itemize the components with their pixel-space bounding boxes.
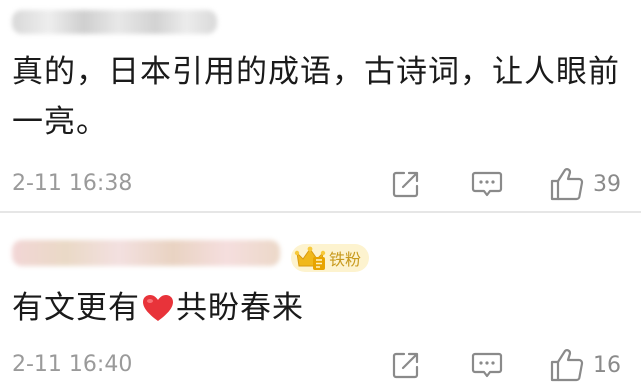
comment-timestamp: 2-11 16:38 xyxy=(12,171,133,196)
reply-button[interactable] xyxy=(470,345,504,385)
comment-icon xyxy=(471,171,503,197)
comment-item: 真的，日本引用的成语，古诗词，让人眼前一亮。 2-11 16:38 39 xyxy=(0,0,641,212)
comment-icon xyxy=(471,352,503,378)
comment-text: 有文更有 共盼春来 xyxy=(12,283,632,333)
reply-button[interactable] xyxy=(470,164,504,204)
comment-meta-row: 2-11 16:38 39 xyxy=(0,164,641,204)
comment-meta-row: 2-11 16:40 16 xyxy=(0,345,641,385)
like-count: 39 xyxy=(593,171,621,197)
share-button[interactable] xyxy=(390,164,422,204)
thumbs-up-icon xyxy=(550,168,584,201)
share-icon xyxy=(392,171,419,198)
share-icon xyxy=(392,352,419,379)
share-button[interactable] xyxy=(390,345,422,385)
comment-text: 真的，日本引用的成语，古诗词，让人眼前一亮。 xyxy=(12,54,620,140)
like-button[interactable]: 16 xyxy=(549,345,621,385)
comment-timestamp: 2-11 16:40 xyxy=(12,352,133,377)
like-count: 16 xyxy=(593,352,621,378)
thumbs-up-icon xyxy=(550,349,584,382)
crown-icon xyxy=(294,246,326,270)
username-blurred[interactable] xyxy=(12,10,217,34)
comment-text-after-emoji: 共盼春来 xyxy=(176,290,304,326)
fan-badge[interactable]: 铁粉 xyxy=(291,244,370,272)
comment-item: 铁粉 有文更有 共盼春来 2-11 16:40 16 xyxy=(0,213,641,387)
comment-text-before-emoji: 有文更有 xyxy=(12,290,140,326)
heart-emoji-icon xyxy=(143,295,173,321)
like-button[interactable]: 39 xyxy=(549,164,621,204)
fan-badge-label: 铁粉 xyxy=(329,250,362,269)
username-blurred[interactable] xyxy=(12,240,280,266)
